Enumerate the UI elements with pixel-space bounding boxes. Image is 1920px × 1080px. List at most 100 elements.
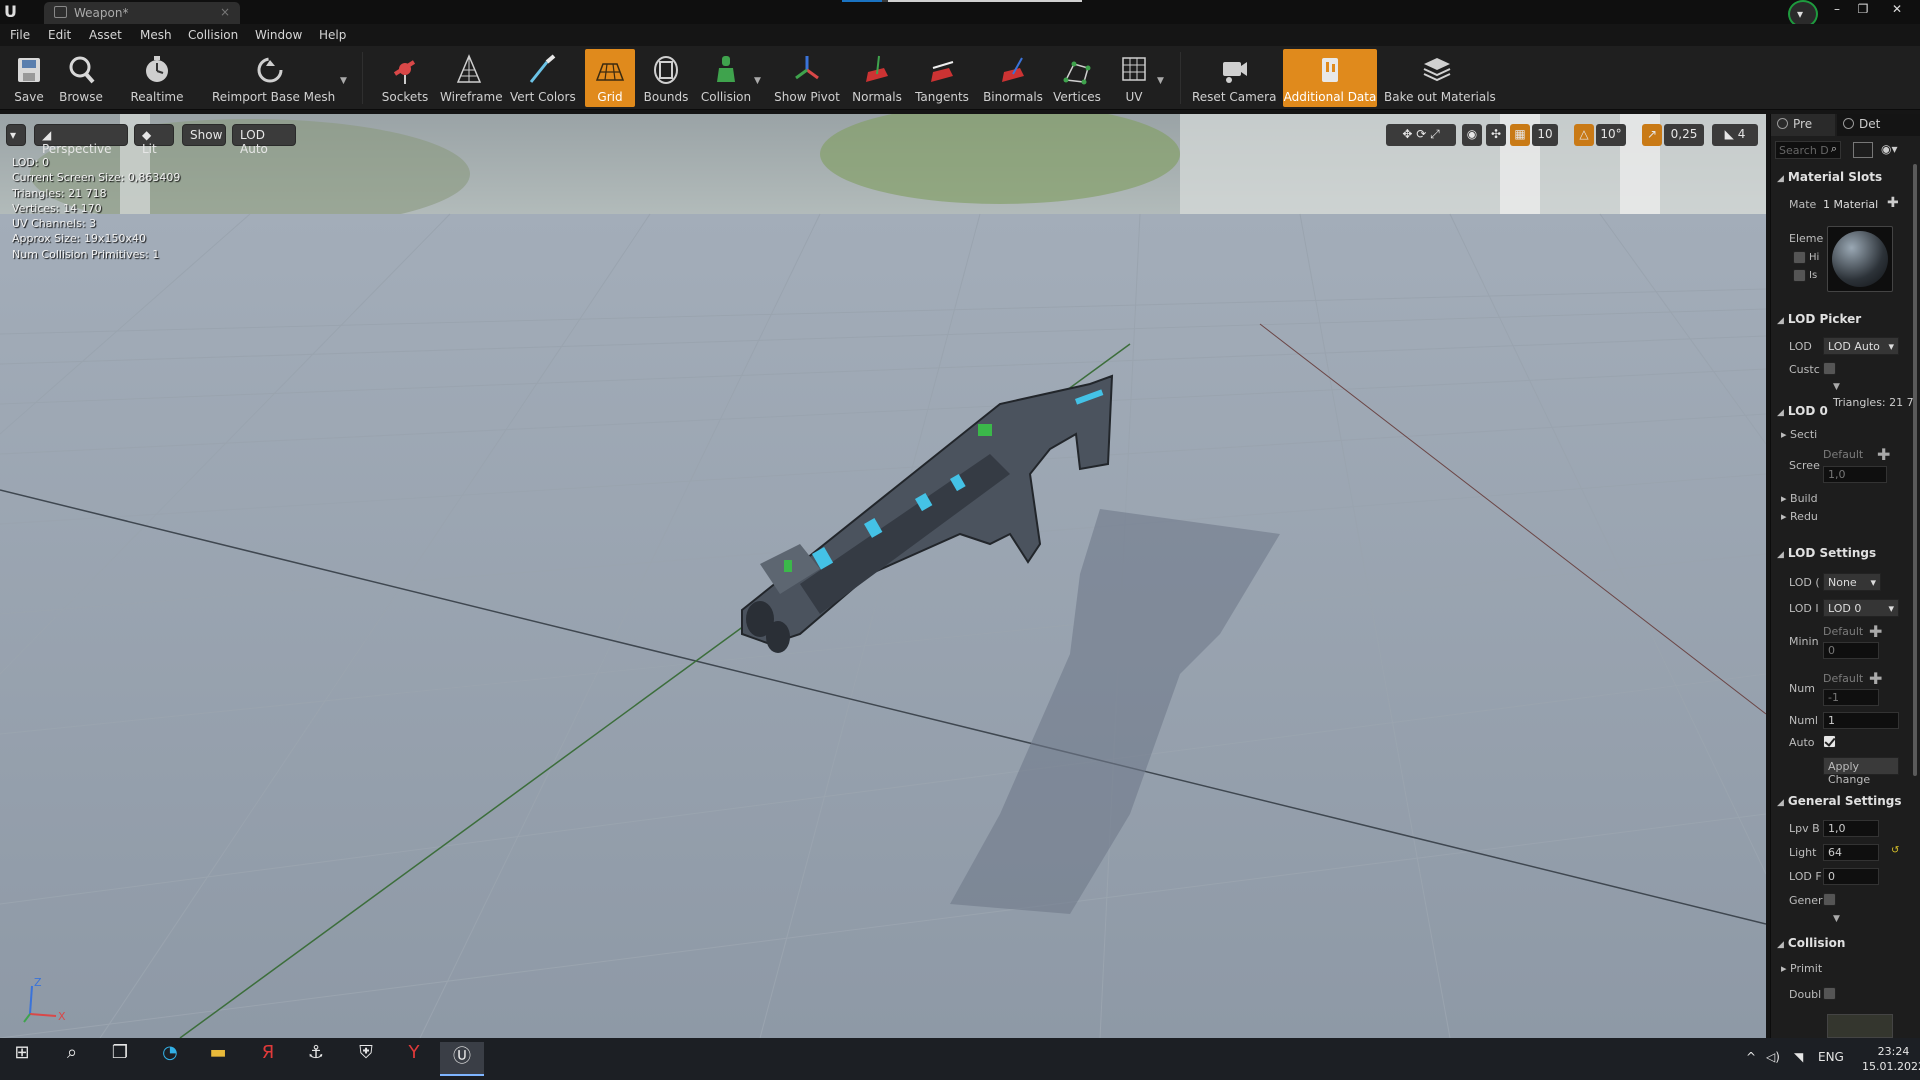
section-collision[interactable]: ◢ Collision: [1777, 936, 1845, 956]
show-pivot-button[interactable]: Show Pivot: [774, 49, 840, 107]
add-material-icon[interactable]: ✚: [1887, 195, 1899, 211]
panel-scrollbar[interactable]: [1913, 164, 1917, 776]
grid-snap-value[interactable]: 10: [1532, 124, 1558, 146]
add-override-icon[interactable]: ✚: [1877, 445, 1890, 464]
section-lod-settings[interactable]: ◢ LOD Settings: [1777, 546, 1876, 566]
lod-group-select[interactable]: None ▾: [1823, 573, 1881, 591]
lod-auto-button[interactable]: LOD Auto: [232, 124, 296, 156]
uv-button[interactable]: UV: [1112, 49, 1156, 107]
screen-size-input[interactable]: 1,0: [1823, 466, 1887, 483]
bounds-button[interactable]: Bounds: [640, 49, 692, 107]
grid-button[interactable]: Grid: [585, 49, 635, 107]
minimize-button[interactable]: –: [1826, 2, 1848, 20]
additional-data-button[interactable]: Additional Data: [1283, 49, 1377, 107]
coordinate-space-button[interactable]: ◉: [1462, 124, 1482, 146]
binormals-button[interactable]: Binormals: [982, 49, 1044, 107]
add-override-icon[interactable]: ✚: [1869, 622, 1882, 641]
normals-button[interactable]: Normals: [852, 49, 902, 107]
tab-close-icon[interactable]: ×: [220, 5, 230, 19]
menu-help[interactable]: Help: [319, 28, 346, 42]
rotation-snap-toggle[interactable]: △: [1574, 124, 1594, 146]
transform-tools[interactable]: ✥ ⟳ ⤢: [1386, 124, 1456, 146]
collision-dropdown-icon[interactable]: ▼: [754, 76, 761, 86]
material-thumbnail[interactable]: [1827, 226, 1893, 292]
bake-out-materials-button[interactable]: Bake out Materials: [1384, 49, 1496, 107]
file-explorer-icon[interactable]: ▬: [196, 1042, 240, 1076]
uv-dropdown-icon[interactable]: ▼: [1157, 76, 1164, 86]
add-override-icon[interactable]: ✚: [1869, 669, 1882, 688]
scale-snap-toggle[interactable]: ↗: [1642, 124, 1662, 146]
lpv-bias-input[interactable]: 1,0: [1823, 820, 1879, 837]
tangents-button[interactable]: Tangents: [914, 49, 970, 107]
section-material-slots[interactable]: ◢ Material Slots: [1777, 170, 1882, 190]
browse-button[interactable]: Browse: [56, 49, 106, 107]
windows-start-icon[interactable]: ⊞: [0, 1042, 44, 1076]
scale-snap-value[interactable]: 0,25: [1664, 124, 1704, 146]
generate-mesh-checkbox[interactable]: [1823, 893, 1836, 906]
search-icon[interactable]: ⌕: [50, 1042, 94, 1076]
yandex-app-icon[interactable]: Я: [246, 1042, 290, 1076]
vert-colors-button[interactable]: Vert Colors: [510, 49, 576, 107]
reset-to-default-icon[interactable]: ↺: [1891, 845, 1899, 856]
yandex-browser-icon[interactable]: Y: [392, 1042, 436, 1076]
vertices-button[interactable]: Vertices: [1052, 49, 1102, 107]
view-options-grid-icon[interactable]: [1853, 142, 1873, 158]
visibility-eye-icon[interactable]: ◉▾: [1881, 142, 1898, 156]
menu-mesh[interactable]: Mesh: [140, 28, 172, 42]
num-lods-input[interactable]: 1: [1823, 712, 1899, 729]
build-settings-row[interactable]: ▸ Build: [1781, 492, 1818, 505]
menu-window[interactable]: Window: [255, 28, 302, 42]
grid-snap-toggle[interactable]: ▦: [1510, 124, 1530, 146]
light-map-res-input[interactable]: 64: [1823, 844, 1879, 861]
viewport-scene[interactable]: [0, 114, 1766, 1038]
double-sided-checkbox[interactable]: [1823, 987, 1836, 1000]
isolate-checkbox[interactable]: [1793, 269, 1806, 282]
expand-arrow-icon[interactable]: ▼: [1833, 914, 1840, 924]
save-button[interactable]: Save: [8, 49, 50, 107]
menu-asset[interactable]: Asset: [89, 28, 122, 42]
menu-file[interactable]: File: [10, 28, 30, 42]
rotation-snap-value[interactable]: 10°: [1596, 124, 1626, 146]
section-lod0[interactable]: ◢ LOD 0: [1777, 404, 1828, 424]
tray-expand-icon[interactable]: ^: [1746, 1050, 1756, 1064]
task-view-icon[interactable]: ❐: [98, 1042, 142, 1076]
language-indicator[interactable]: ENG: [1818, 1050, 1844, 1064]
menu-edit[interactable]: Edit: [48, 28, 71, 42]
game-launcher-icon[interactable]: ⚓: [294, 1042, 338, 1076]
min-lod-input[interactable]: 0: [1823, 642, 1879, 659]
perspective-button[interactable]: ◢ Perspective: [34, 124, 128, 156]
details-search-input[interactable]: Search D ⌕: [1775, 141, 1841, 159]
highlight-checkbox[interactable]: [1793, 251, 1806, 264]
volume-icon[interactable]: ◁): [1766, 1050, 1780, 1064]
section-general-settings[interactable]: ◢ General Settings: [1777, 794, 1902, 814]
show-button[interactable]: Show: [182, 124, 226, 146]
maximize-button[interactable]: ❐: [1852, 2, 1874, 20]
viewport-options-button[interactable]: ▾: [6, 124, 26, 146]
tab-preview-settings[interactable]: Pre: [1771, 114, 1835, 136]
wireframe-button[interactable]: Wireframe: [440, 49, 503, 107]
viewport[interactable]: ▾ ◢ Perspective ◆ Lit Show LOD Auto LOD:…: [0, 114, 1766, 1038]
camera-speed-button[interactable]: ◣ 4: [1712, 124, 1758, 146]
clock[interactable]: 23:24 15.01.2022: [1862, 1044, 1920, 1074]
close-window-button[interactable]: ✕: [1886, 2, 1908, 20]
reimport-dropdown-icon[interactable]: ▼: [340, 76, 347, 86]
auto-compute-checkbox[interactable]: [1823, 735, 1836, 748]
reimport-base-mesh-button[interactable]: Reimport Base Mesh: [212, 49, 335, 107]
sections-row[interactable]: ▸ Secti: [1781, 428, 1817, 441]
lod-picker-select[interactable]: LOD Auto ▾: [1823, 337, 1899, 355]
unreal-logo-icon[interactable]: U: [4, 2, 24, 22]
reset-camera-button[interactable]: Reset Camera: [1192, 49, 1276, 107]
shield-app-icon[interactable]: ⛨: [344, 1042, 388, 1076]
tab-details[interactable]: Det: [1837, 114, 1920, 136]
section-lod-picker[interactable]: ◢ LOD Picker: [1777, 312, 1861, 332]
realtime-button[interactable]: Realtime: [128, 49, 186, 107]
surface-snap-button[interactable]: ✣: [1486, 124, 1506, 146]
wifi-icon[interactable]: ◥: [1794, 1050, 1803, 1064]
menu-collision[interactable]: Collision: [188, 28, 238, 42]
reduction-settings-row[interactable]: ▸ Redu: [1781, 510, 1818, 523]
expand-arrow-icon[interactable]: ▼: [1833, 382, 1840, 392]
unreal-engine-taskbar-icon[interactable]: Ⓤ: [440, 1042, 484, 1076]
custom-lod-checkbox[interactable]: [1823, 362, 1836, 375]
document-tab[interactable]: Weapon* ×: [44, 2, 240, 24]
material-preview-box[interactable]: [1827, 1014, 1893, 1038]
